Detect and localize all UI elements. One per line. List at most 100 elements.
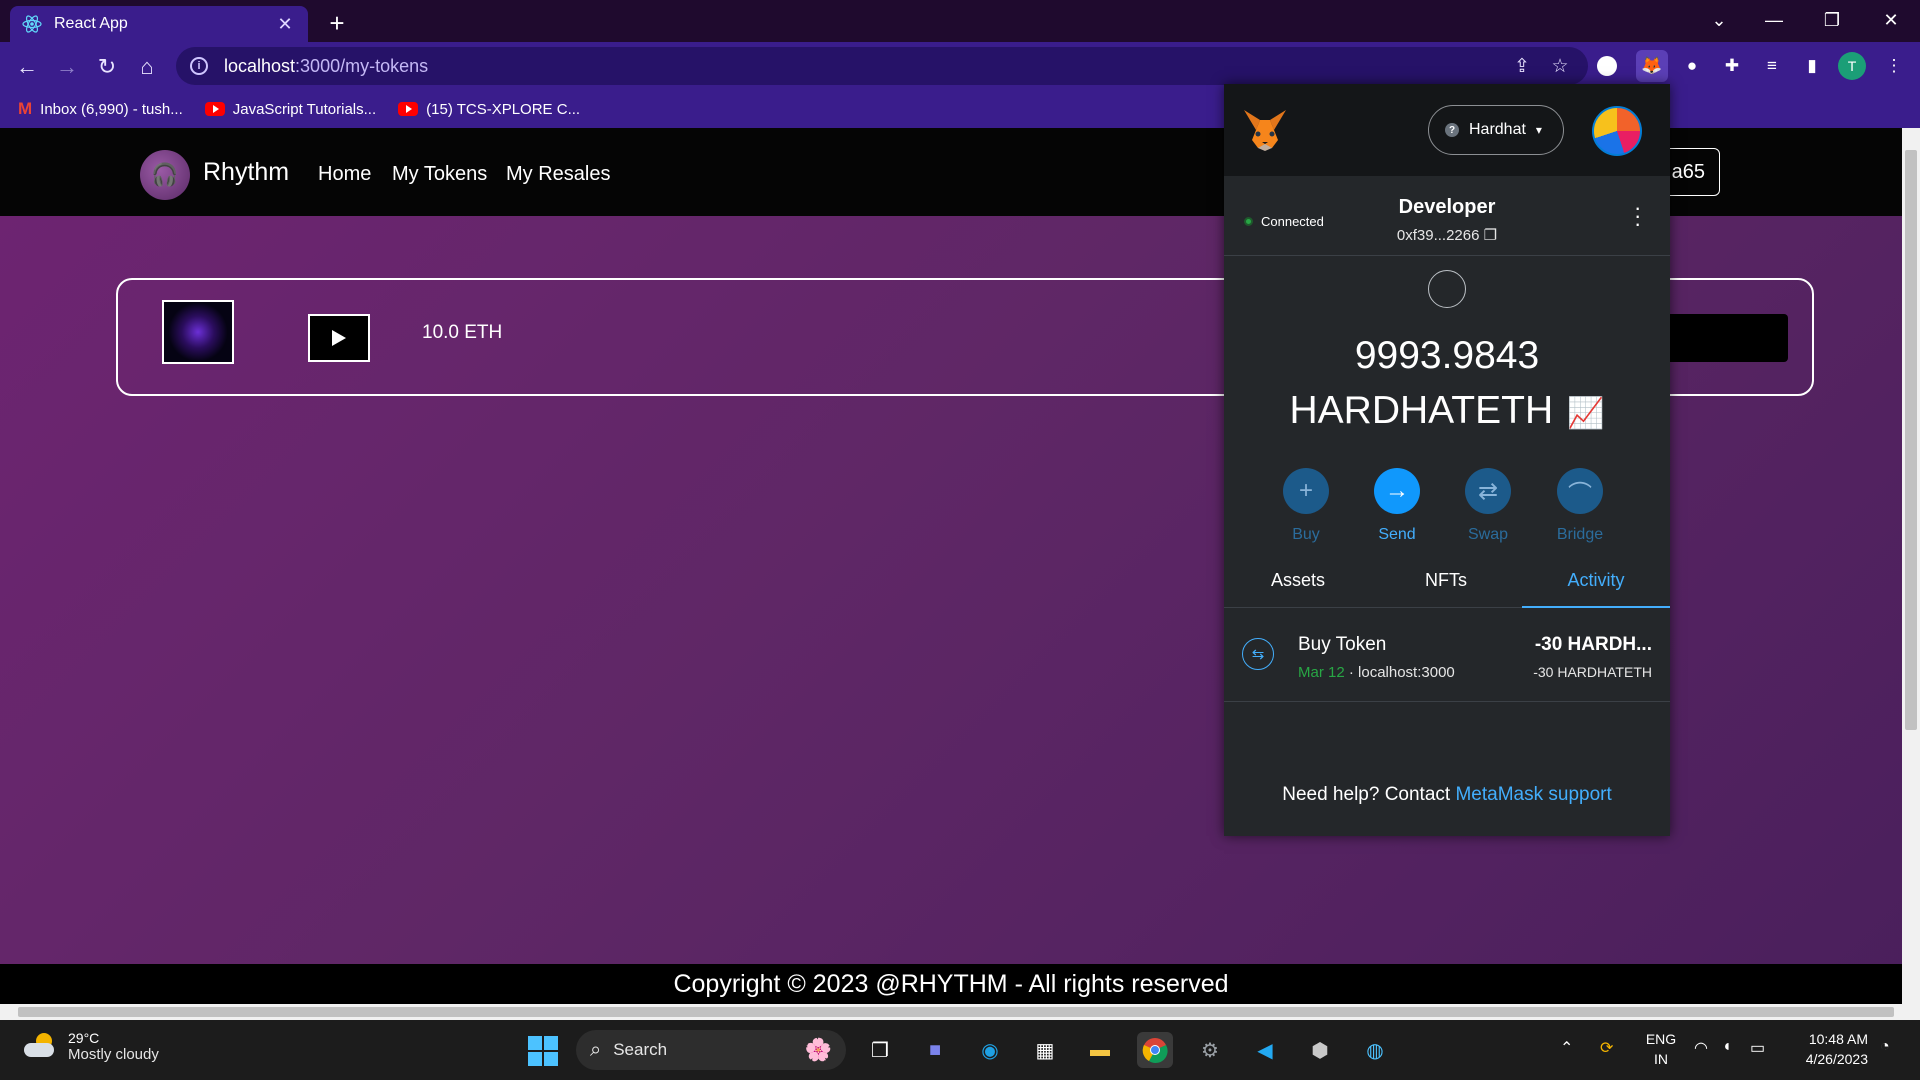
windows-start-icon[interactable]	[528, 1036, 558, 1066]
bridge-icon: ⌒	[1557, 468, 1603, 514]
horizontal-scroll-thumb[interactable]	[18, 1007, 1894, 1017]
tab-nfts[interactable]: NFTs	[1372, 552, 1520, 608]
browser-tab[interactable]: React App ✕	[10, 6, 308, 42]
vertical-scrollbar[interactable]	[1902, 128, 1920, 1004]
tab-assets[interactable]: Assets	[1224, 552, 1372, 608]
account-name[interactable]: Developer	[1224, 196, 1670, 219]
minimize-icon[interactable]: —	[1745, 0, 1803, 40]
media-control-icon[interactable]: ≡	[1756, 50, 1788, 82]
nav-home[interactable]: Home	[318, 163, 371, 186]
extension-blob-icon[interactable]: ●	[1676, 50, 1708, 82]
extensions-puzzle-icon[interactable]: ✚	[1716, 50, 1748, 82]
new-tab-button[interactable]: +	[322, 8, 352, 38]
remote-app-icon[interactable]: ◍	[1357, 1032, 1393, 1068]
account-options-icon[interactable]: · · ·	[1634, 197, 1641, 235]
tab-activity[interactable]: Activity	[1522, 552, 1670, 608]
taskbar-search-label: Search	[613, 1040, 668, 1059]
brand-name[interactable]: Rhythm	[203, 158, 289, 187]
search-highlight-icon: 🌸	[804, 1037, 832, 1062]
portfolio-chart-icon[interactable]: 📈	[1567, 397, 1604, 430]
language-code: ENG	[1645, 1031, 1677, 1047]
swap-button[interactable]: ⇄ Swap	[1443, 468, 1533, 544]
weather-widget[interactable]: 29°C Mostly cloudy	[22, 1030, 159, 1063]
volume-icon[interactable]: ◖	[1722, 1038, 1732, 1056]
youtube-icon	[204, 102, 225, 116]
horizontal-scrollbar[interactable]	[0, 1004, 1920, 1020]
buy-label: Buy	[1292, 526, 1320, 543]
wifi-icon[interactable]: ◠	[1694, 1038, 1708, 1058]
chrome-browser-icon[interactable]	[1137, 1032, 1173, 1068]
plus-icon: +	[1283, 468, 1329, 514]
windows-taskbar: 29°C Mostly cloudy ⌕ Search 🌸 ❐ ■ ◉ ▦ ▬ …	[0, 1020, 1920, 1080]
taskbar-search[interactable]: ⌕ Search 🌸	[576, 1030, 846, 1070]
vscode-icon[interactable]: ◀	[1247, 1032, 1283, 1068]
task-view-icon[interactable]: ❐	[862, 1032, 898, 1068]
nav-my-tokens[interactable]: My Tokens	[392, 163, 487, 186]
play-button[interactable]	[308, 314, 370, 362]
account-avatar[interactable]	[1592, 106, 1642, 156]
unity-icon[interactable]: ⬢	[1302, 1032, 1338, 1068]
home-icon[interactable]: ⌂	[132, 52, 162, 82]
system-clock[interactable]: 10:48 AM 4/26/2023	[1796, 1029, 1868, 1069]
headphones-logo-icon[interactable]: 🎧	[140, 150, 190, 200]
address-bar[interactable]: i localhost:3000/my-tokens ⇪ ☆	[176, 47, 1588, 85]
copy-icon[interactable]: ❐	[1484, 227, 1497, 244]
tab-close-icon[interactable]: ✕	[274, 14, 296, 35]
profile-avatar[interactable]: T	[1838, 52, 1866, 80]
bookmark-label: (15) TCS-XPLORE C...	[426, 100, 581, 118]
account-address-text: 0xf39...2266	[1396, 227, 1480, 244]
vertical-scroll-thumb[interactable]	[1905, 150, 1917, 730]
balance-row: HARDHATETH 📈	[1224, 389, 1670, 433]
browser-toolbar: ← → ↻ ⌂ i localhost:3000/my-tokens ⇪ ☆ 🦊…	[0, 42, 1920, 90]
browser-menu-icon[interactable]: ⋮	[1878, 50, 1910, 82]
activity-date: Mar 12	[1298, 664, 1345, 681]
bookmark-item[interactable]: (15) TCS-XPLORE C...	[398, 101, 580, 118]
activity-amount-secondary: -30 HARDHATETH	[1533, 664, 1652, 680]
cloudy-weather-icon	[22, 1032, 56, 1059]
tab-search-icon[interactable]: ⌄	[1690, 0, 1748, 40]
bookmark-item[interactable]: M Inbox (6,990) - tush...	[18, 99, 183, 119]
activity-list-item[interactable]: ⇆ Buy Token Mar 12 · localhost:3000 -30 …	[1224, 608, 1670, 702]
bridge-label: Bridge	[1556, 526, 1604, 543]
bookmark-star-icon[interactable]: ☆	[1546, 52, 1574, 80]
token-artwork	[162, 300, 234, 364]
youtube-icon	[398, 102, 419, 116]
sync-icon[interactable]: ⟳	[1600, 1038, 1613, 1058]
forward-icon[interactable]: →	[52, 52, 82, 82]
site-info-icon[interactable]: i	[190, 57, 208, 75]
bridge-button[interactable]: ⌒ Bridge	[1535, 468, 1625, 544]
notifications-icon[interactable]: ◔	[1880, 1038, 1890, 1056]
send-label: Send	[1378, 526, 1416, 543]
gmail-icon: M	[18, 99, 33, 118]
battery-icon[interactable]: ▭	[1750, 1038, 1765, 1058]
extension-icon[interactable]	[1597, 56, 1617, 76]
language-indicator[interactable]: ENG IN	[1643, 1029, 1679, 1069]
file-explorer-icon[interactable]: ▬	[1082, 1032, 1118, 1068]
url-host: localhost	[224, 55, 296, 76]
microsoft-store-icon[interactable]: ▦	[1027, 1032, 1063, 1068]
metamask-fox-icon[interactable]: 🦊	[1636, 50, 1668, 82]
settings-gear-icon[interactable]: ⚙	[1192, 1032, 1228, 1068]
back-icon[interactable]: ←	[12, 52, 42, 82]
metamask-logo-icon[interactable]	[1242, 108, 1288, 152]
nav-my-resales[interactable]: My Resales	[506, 163, 610, 186]
close-window-icon[interactable]: ✕	[1862, 0, 1920, 40]
edge-browser-icon[interactable]: ◉	[972, 1032, 1008, 1068]
activity-origin: · localhost:3000	[1344, 664, 1455, 681]
reload-icon[interactable]: ↻	[92, 52, 122, 82]
account-address[interactable]: 0xf39...2266 ❐	[1224, 226, 1670, 244]
buy-button[interactable]: + Buy	[1261, 468, 1351, 544]
send-button[interactable]: → Send	[1352, 468, 1442, 544]
help-text: Need help? Contact MetaMask support	[1224, 784, 1670, 806]
activity-title: Buy Token	[1298, 634, 1387, 655]
arrow-right-icon: →	[1374, 468, 1420, 514]
share-icon[interactable]: ⇪	[1508, 52, 1536, 80]
swap-arrows-icon: ⇄	[1465, 468, 1511, 514]
side-panel-icon[interactable]: ▮	[1796, 50, 1828, 82]
show-hidden-icons[interactable]: ⌃	[1560, 1038, 1573, 1058]
network-selector[interactable]: ? Hardhat ▾	[1428, 105, 1564, 155]
restore-icon[interactable]: ❐	[1803, 0, 1861, 40]
teams-chat-icon[interactable]: ■	[917, 1032, 953, 1068]
metamask-support-link[interactable]: MetaMask support	[1455, 784, 1611, 805]
bookmark-item[interactable]: JavaScript Tutorials...	[204, 101, 376, 118]
